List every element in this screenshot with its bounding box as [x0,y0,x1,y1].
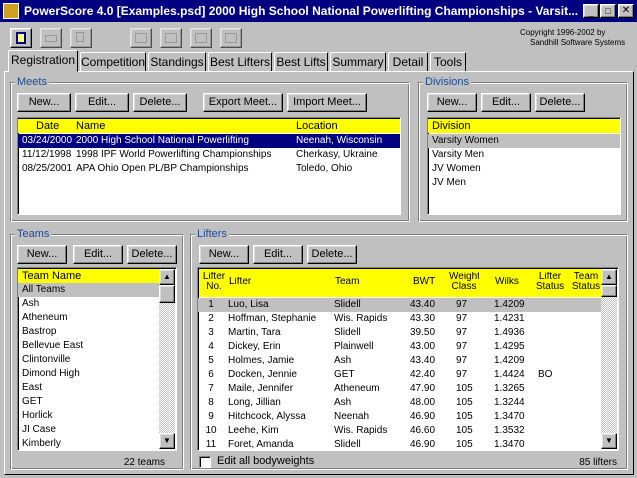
import-meet-button[interactable]: Import Meet... [287,93,367,112]
team-row[interactable]: Atheneum [18,311,159,325]
lifter-row[interactable]: 10 Leehe, Kim Wis. Rapids 46.60 105 1.3532 [198,424,601,438]
scroll-up-icon[interactable]: ▲ [601,269,617,285]
tab-tools[interactable]: Tools [430,52,466,72]
tab-detail[interactable]: Detail [388,52,428,72]
copyright-line1: Copyright 1996-2002 by [520,28,606,37]
team-row[interactable]: Bastrop [18,325,159,339]
flight-icon[interactable] [160,28,182,48]
teams-header: Team Name [18,269,160,283]
scroll-down-icon[interactable]: ▼ [601,433,617,449]
team-row[interactable]: Horlick [18,409,159,423]
lifters-scrollbar[interactable] [601,285,617,433]
meet-delete-button[interactable]: Delete... [133,93,187,112]
meet-row[interactable]: 03/24/2000 2000 High School National Powe… [18,134,400,148]
lifters-table[interactable]: Lifter No. Lifter Team BWT Weight Class … [197,267,619,451]
scroll-up-icon[interactable]: ▲ [159,269,175,285]
meet-new-button[interactable]: New... [17,93,71,112]
lifters-scroll-thumb[interactable] [601,285,617,297]
meet-row[interactable]: 11/12/1998 1998 IPF World Powerlifting Ch… [18,148,400,162]
tab-standings[interactable]: Standings [148,52,206,72]
meets-group: Meets New... Edit... Delete... Export Me… [10,76,410,222]
team-row[interactable]: Bellevue East [18,339,159,353]
team-delete-button[interactable]: Delete... [127,245,177,264]
export-meet-button[interactable]: Export Meet... [203,93,283,112]
copyright-line2: Sandhill Software Systems [530,38,626,47]
meets-title: Meets [15,76,49,89]
team-edit-button[interactable]: Edit... [73,245,123,264]
lifter-row[interactable]: 8 Long, Jillian Ash 48.00 105 1.3244 [198,396,601,410]
division-new-button[interactable]: New... [427,93,477,112]
weigh-in-icon[interactable] [130,28,152,48]
app-icon[interactable] [3,3,19,19]
lifter-row[interactable]: 11 Foret, Amanda Slidell 46.90 105 1.3470 [198,438,601,450]
divisions-list[interactable]: Division Varsity Women Varsity Men JV Wo… [427,117,621,215]
division-edit-button[interactable]: Edit... [481,93,531,112]
print-icon[interactable] [40,28,62,48]
divisions-group: Divisions New... Edit... Delete... Divis… [418,76,628,222]
division-row[interactable]: JV Women [428,162,620,176]
teams-list[interactable]: Team Name All Teams Ash Atheneum Bastrop Bel… [17,267,177,451]
teams-scrollbar[interactable] [159,285,175,433]
minimize-button[interactable]: _ [583,4,599,18]
tab-best-lifts[interactable]: Best Lifts [274,52,328,72]
exit-icon[interactable] [10,28,32,48]
lifters-header: Lifter No. Lifter Team BWT Weight Class … [199,269,601,297]
teams-title: Teams [15,228,52,241]
teams-scroll-thumb[interactable] [159,285,175,303]
divisions-header: Division [428,119,620,133]
division-row[interactable]: JV Men [428,176,620,190]
sheet-icon[interactable] [220,28,242,48]
lifter-row[interactable]: 5 Holmes, Jamie Ash 43.40 97 1.4209 [198,354,601,368]
edit-all-bodyweights-label: Edit all bodyweights [217,455,315,467]
team-row[interactable]: Kimberly [18,437,159,450]
meets-list[interactable]: Date Name Location 03/24/2000 2000 High S… [17,117,401,215]
tab-summary[interactable]: Summary [330,52,386,72]
scroll-down-icon[interactable]: ▼ [159,433,175,449]
team-row[interactable]: GET [18,395,159,409]
edit-all-bodyweights-checkbox[interactable] [199,456,211,468]
meet-edit-button[interactable]: Edit... [75,93,129,112]
team-row[interactable]: All Teams [18,283,159,297]
grid-icon[interactable] [190,28,212,48]
lifter-row[interactable]: 4 Dickey, Erin Plainwell 43.00 97 1.4295 [198,340,601,354]
window-title: PowerScore 4.0 [Examples.psd] 2000 High … [24,4,579,18]
lifter-row[interactable]: 1 Luo, Lisa Slidell 43.40 97 1.4209 [198,298,601,312]
team-row[interactable]: East [18,381,159,395]
division-delete-button[interactable]: Delete... [535,93,585,112]
divisions-title: Divisions [423,76,472,89]
lifter-new-button[interactable]: New... [199,245,249,264]
close-button[interactable]: ✕ [618,4,634,18]
team-new-button[interactable]: New... [17,245,67,264]
meet-row[interactable]: 08/25/2001 APA Ohio Open PL/BP Championsh… [18,162,400,176]
lifter-delete-button[interactable]: Delete... [307,245,357,264]
team-row[interactable]: Clintonville [18,353,159,367]
maximize-button[interactable]: □ [600,4,616,18]
lifter-row[interactable]: 9 Hitchcock, Alyssa Neenah 46.90 105 1.3470 [198,410,601,424]
copy-icon[interactable] [70,28,92,48]
lifters-group: Lifters New... Edit... Delete... Lifter … [190,228,628,470]
lifter-row[interactable]: 2 Hoffman, Stephanie Wis. Rapids 43.30 97 1.4… [198,312,601,326]
lifter-row[interactable]: 7 Maile, Jennifer Atheneum 47.90 105 1.3265 [198,382,601,396]
team-row[interactable]: Ash [18,297,159,311]
tab-registration[interactable]: Registration [8,50,78,72]
meets-header: Date Name Location [18,119,400,133]
lifters-count: 85 lifters [579,457,617,468]
teams-group: Teams New... Edit... Delete... Team Name… [10,228,184,470]
tab-competition[interactable]: Competition [80,52,146,72]
teams-count: 22 teams [123,457,165,468]
team-row[interactable]: Dimond High [18,367,159,381]
lifter-row[interactable]: 6 Docken, Jennie GET 42.40 97 1.4424 BO [198,368,601,382]
title-bar: PowerScore 4.0 [Examples.psd] 2000 High … [0,0,637,22]
tab-best-lifters[interactable]: Best Lifters [208,52,272,72]
lifter-edit-button[interactable]: Edit... [253,245,303,264]
division-row[interactable]: Varsity Men [428,148,620,162]
lifters-title: Lifters [195,228,229,241]
team-row[interactable]: JI Case [18,423,159,437]
lifter-row[interactable]: 3 Martin, Tara Slidell 39.50 97 1.4936 [198,326,601,340]
division-row[interactable]: Varsity Women [428,134,620,148]
